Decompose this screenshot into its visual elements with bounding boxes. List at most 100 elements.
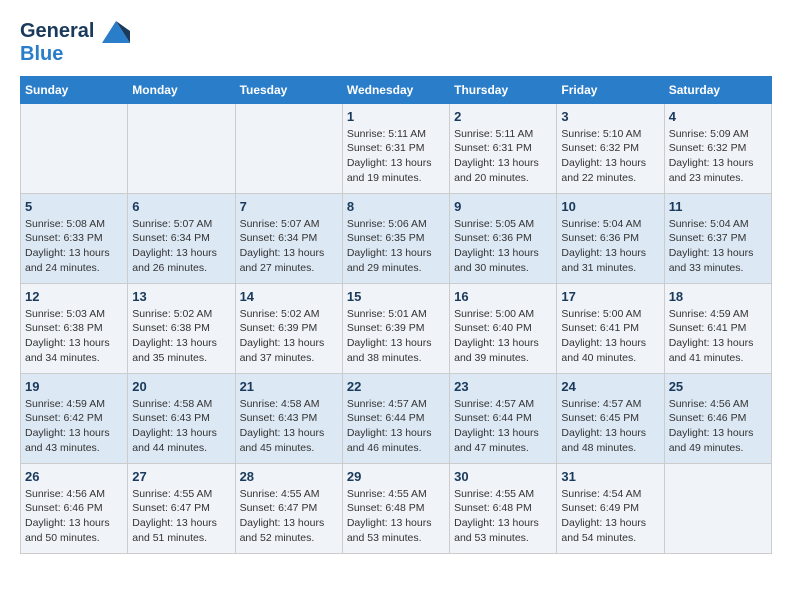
day-info: Sunrise: 4:57 AM Sunset: 6:44 PM Dayligh… [347,397,445,456]
day-info: Sunrise: 5:07 AM Sunset: 6:34 PM Dayligh… [132,217,230,276]
day-info: Sunrise: 5:04 AM Sunset: 6:36 PM Dayligh… [561,217,659,276]
day-info: Sunrise: 5:02 AM Sunset: 6:38 PM Dayligh… [132,307,230,366]
calendar-cell: 8 Sunrise: 5:06 AM Sunset: 6:35 PM Daylig… [342,193,449,283]
calendar-cell: 29 Sunrise: 4:55 AM Sunset: 6:48 PM Dayli… [342,463,449,553]
calendar-cell: 10 Sunrise: 5:04 AM Sunset: 6:36 PM Dayli… [557,193,664,283]
day-number: 25 [669,379,767,394]
day-number: 6 [132,199,230,214]
calendar-cell: 18 Sunrise: 4:59 AM Sunset: 6:41 PM Dayli… [664,283,771,373]
calendar-cell: 11 Sunrise: 5:04 AM Sunset: 6:37 PM Dayli… [664,193,771,283]
day-info: Sunrise: 4:55 AM Sunset: 6:48 PM Dayligh… [347,487,445,546]
calendar-cell: 30 Sunrise: 4:55 AM Sunset: 6:48 PM Dayli… [450,463,557,553]
calendar-cell: 15 Sunrise: 5:01 AM Sunset: 6:39 PM Dayli… [342,283,449,373]
calendar-cell: 6 Sunrise: 5:07 AM Sunset: 6:34 PM Daylig… [128,193,235,283]
day-info: Sunrise: 4:56 AM Sunset: 6:46 PM Dayligh… [25,487,123,546]
calendar-cell: 21Sunrise: 4:58 AM Sunset: 6:43 PM Dayli… [235,373,342,463]
calendar-table: SundayMondayTuesdayWednesdayThursdayFrid… [20,76,772,554]
day-number: 10 [561,199,659,214]
day-info: Sunrise: 4:59 AM Sunset: 6:41 PM Dayligh… [669,307,767,366]
day-info: Sunrise: 4:57 AM Sunset: 6:45 PM Dayligh… [561,397,659,456]
page-header: General Blue [20,20,772,66]
day-header-row: SundayMondayTuesdayWednesdayThursdayFrid… [21,76,772,103]
calendar-cell: 25 Sunrise: 4:56 AM Sunset: 6:46 PM Dayli… [664,373,771,463]
day-number: 15 [347,289,445,304]
day-number: 19 [25,379,123,394]
day-number: 11 [669,199,767,214]
logo-icon [102,21,130,43]
day-info: Sunrise: 5:03 AM Sunset: 6:38 PM Dayligh… [25,307,123,366]
day-number: 26 [25,469,123,484]
day-info: Sunrise: 5:01 AM Sunset: 6:39 PM Dayligh… [347,307,445,366]
day-info: Sunrise: 4:56 AM Sunset: 6:46 PM Dayligh… [669,397,767,456]
calendar-cell: 1 Sunrise: 5:11 AM Sunset: 6:31 PM Daylig… [342,103,449,193]
day-number: 27 [132,469,230,484]
day-number: 3 [561,109,659,124]
day-number: 29 [347,469,445,484]
calendar-cell: 20 Sunrise: 4:58 AM Sunset: 6:43 PM Dayli… [128,373,235,463]
day-info: Sunrise: 5:07 AM Sunset: 6:34 PM Dayligh… [240,217,338,276]
day-info: Sunrise: 5:00 AM Sunset: 6:40 PM Dayligh… [454,307,552,366]
calendar-week-4: 19 Sunrise: 4:59 AM Sunset: 6:42 PM Dayli… [21,373,772,463]
day-header-friday: Friday [557,76,664,103]
calendar-cell: 13 Sunrise: 5:02 AM Sunset: 6:38 PM Dayli… [128,283,235,373]
day-number: 13 [132,289,230,304]
day-number: 18 [669,289,767,304]
calendar-cell: 3 Sunrise: 5:10 AM Sunset: 6:32 PM Daylig… [557,103,664,193]
day-number: 22 [347,379,445,394]
day-header-wednesday: Wednesday [342,76,449,103]
day-info: Sunrise: 4:55 AM Sunset: 6:47 PM Dayligh… [240,487,338,546]
calendar-week-3: 12 Sunrise: 5:03 AM Sunset: 6:38 PM Dayli… [21,283,772,373]
day-number: 17 [561,289,659,304]
day-number: 31 [561,469,659,484]
day-header-tuesday: Tuesday [235,76,342,103]
day-number: 23 [454,379,552,394]
day-info: Sunrise: 4:55 AM Sunset: 6:48 PM Dayligh… [454,487,552,546]
calendar-cell: 27 Sunrise: 4:55 AM Sunset: 6:47 PM Dayli… [128,463,235,553]
day-info: Sunrise: 5:02 AM Sunset: 6:39 PM Dayligh… [240,307,338,366]
day-info: Sunrise: 4:57 AM Sunset: 6:44 PM Dayligh… [454,397,552,456]
calendar-cell: 5 Sunrise: 5:08 AM Sunset: 6:33 PM Daylig… [21,193,128,283]
calendar-cell [21,103,128,193]
day-info: Sunrise: 4:58 AM Sunset: 6:43 PM Dayligh… [240,397,338,456]
day-info: Sunrise: 5:04 AM Sunset: 6:37 PM Dayligh… [669,217,767,276]
day-number: 4 [669,109,767,124]
day-info: Sunrise: 5:08 AM Sunset: 6:33 PM Dayligh… [25,217,123,276]
calendar-cell [128,103,235,193]
day-info: Sunrise: 4:58 AM Sunset: 6:43 PM Dayligh… [132,397,230,456]
calendar-cell: 31Sunrise: 4:54 AM Sunset: 6:49 PM Dayli… [557,463,664,553]
calendar-cell: 14 Sunrise: 5:02 AM Sunset: 6:39 PM Dayli… [235,283,342,373]
day-number: 1 [347,109,445,124]
day-number: 24 [561,379,659,394]
calendar-cell: 2Sunrise: 5:11 AM Sunset: 6:31 PM Daylig… [450,103,557,193]
calendar-week-5: 26 Sunrise: 4:56 AM Sunset: 6:46 PM Dayli… [21,463,772,553]
day-info: Sunrise: 4:59 AM Sunset: 6:42 PM Dayligh… [25,397,123,456]
calendar-cell: 16Sunrise: 5:00 AM Sunset: 6:40 PM Dayli… [450,283,557,373]
logo-text-blue: Blue [20,43,130,66]
day-number: 30 [454,469,552,484]
calendar-cell: 23 Sunrise: 4:57 AM Sunset: 6:44 PM Dayli… [450,373,557,463]
day-header-thursday: Thursday [450,76,557,103]
day-header-sunday: Sunday [21,76,128,103]
calendar-week-1: 1 Sunrise: 5:11 AM Sunset: 6:31 PM Daylig… [21,103,772,193]
day-header-monday: Monday [128,76,235,103]
day-info: Sunrise: 5:11 AM Sunset: 6:31 PM Dayligh… [454,127,552,186]
day-number: 20 [132,379,230,394]
day-number: 28 [240,469,338,484]
day-info: Sunrise: 4:55 AM Sunset: 6:47 PM Dayligh… [132,487,230,546]
calendar-week-2: 5 Sunrise: 5:08 AM Sunset: 6:33 PM Daylig… [21,193,772,283]
day-number: 9 [454,199,552,214]
logo-text-general: General [20,20,94,42]
calendar-cell: 28 Sunrise: 4:55 AM Sunset: 6:47 PM Dayli… [235,463,342,553]
calendar-cell [235,103,342,193]
day-number: 12 [25,289,123,304]
day-info: Sunrise: 5:06 AM Sunset: 6:35 PM Dayligh… [347,217,445,276]
calendar-cell: 26 Sunrise: 4:56 AM Sunset: 6:46 PM Dayli… [21,463,128,553]
day-number: 8 [347,199,445,214]
day-info: Sunrise: 5:05 AM Sunset: 6:36 PM Dayligh… [454,217,552,276]
day-info: Sunrise: 5:11 AM Sunset: 6:31 PM Dayligh… [347,127,445,186]
calendar-cell: 4Sunrise: 5:09 AM Sunset: 6:32 PM Daylig… [664,103,771,193]
day-number: 5 [25,199,123,214]
day-number: 14 [240,289,338,304]
logo: General Blue [20,20,130,66]
day-info: Sunrise: 5:10 AM Sunset: 6:32 PM Dayligh… [561,127,659,186]
